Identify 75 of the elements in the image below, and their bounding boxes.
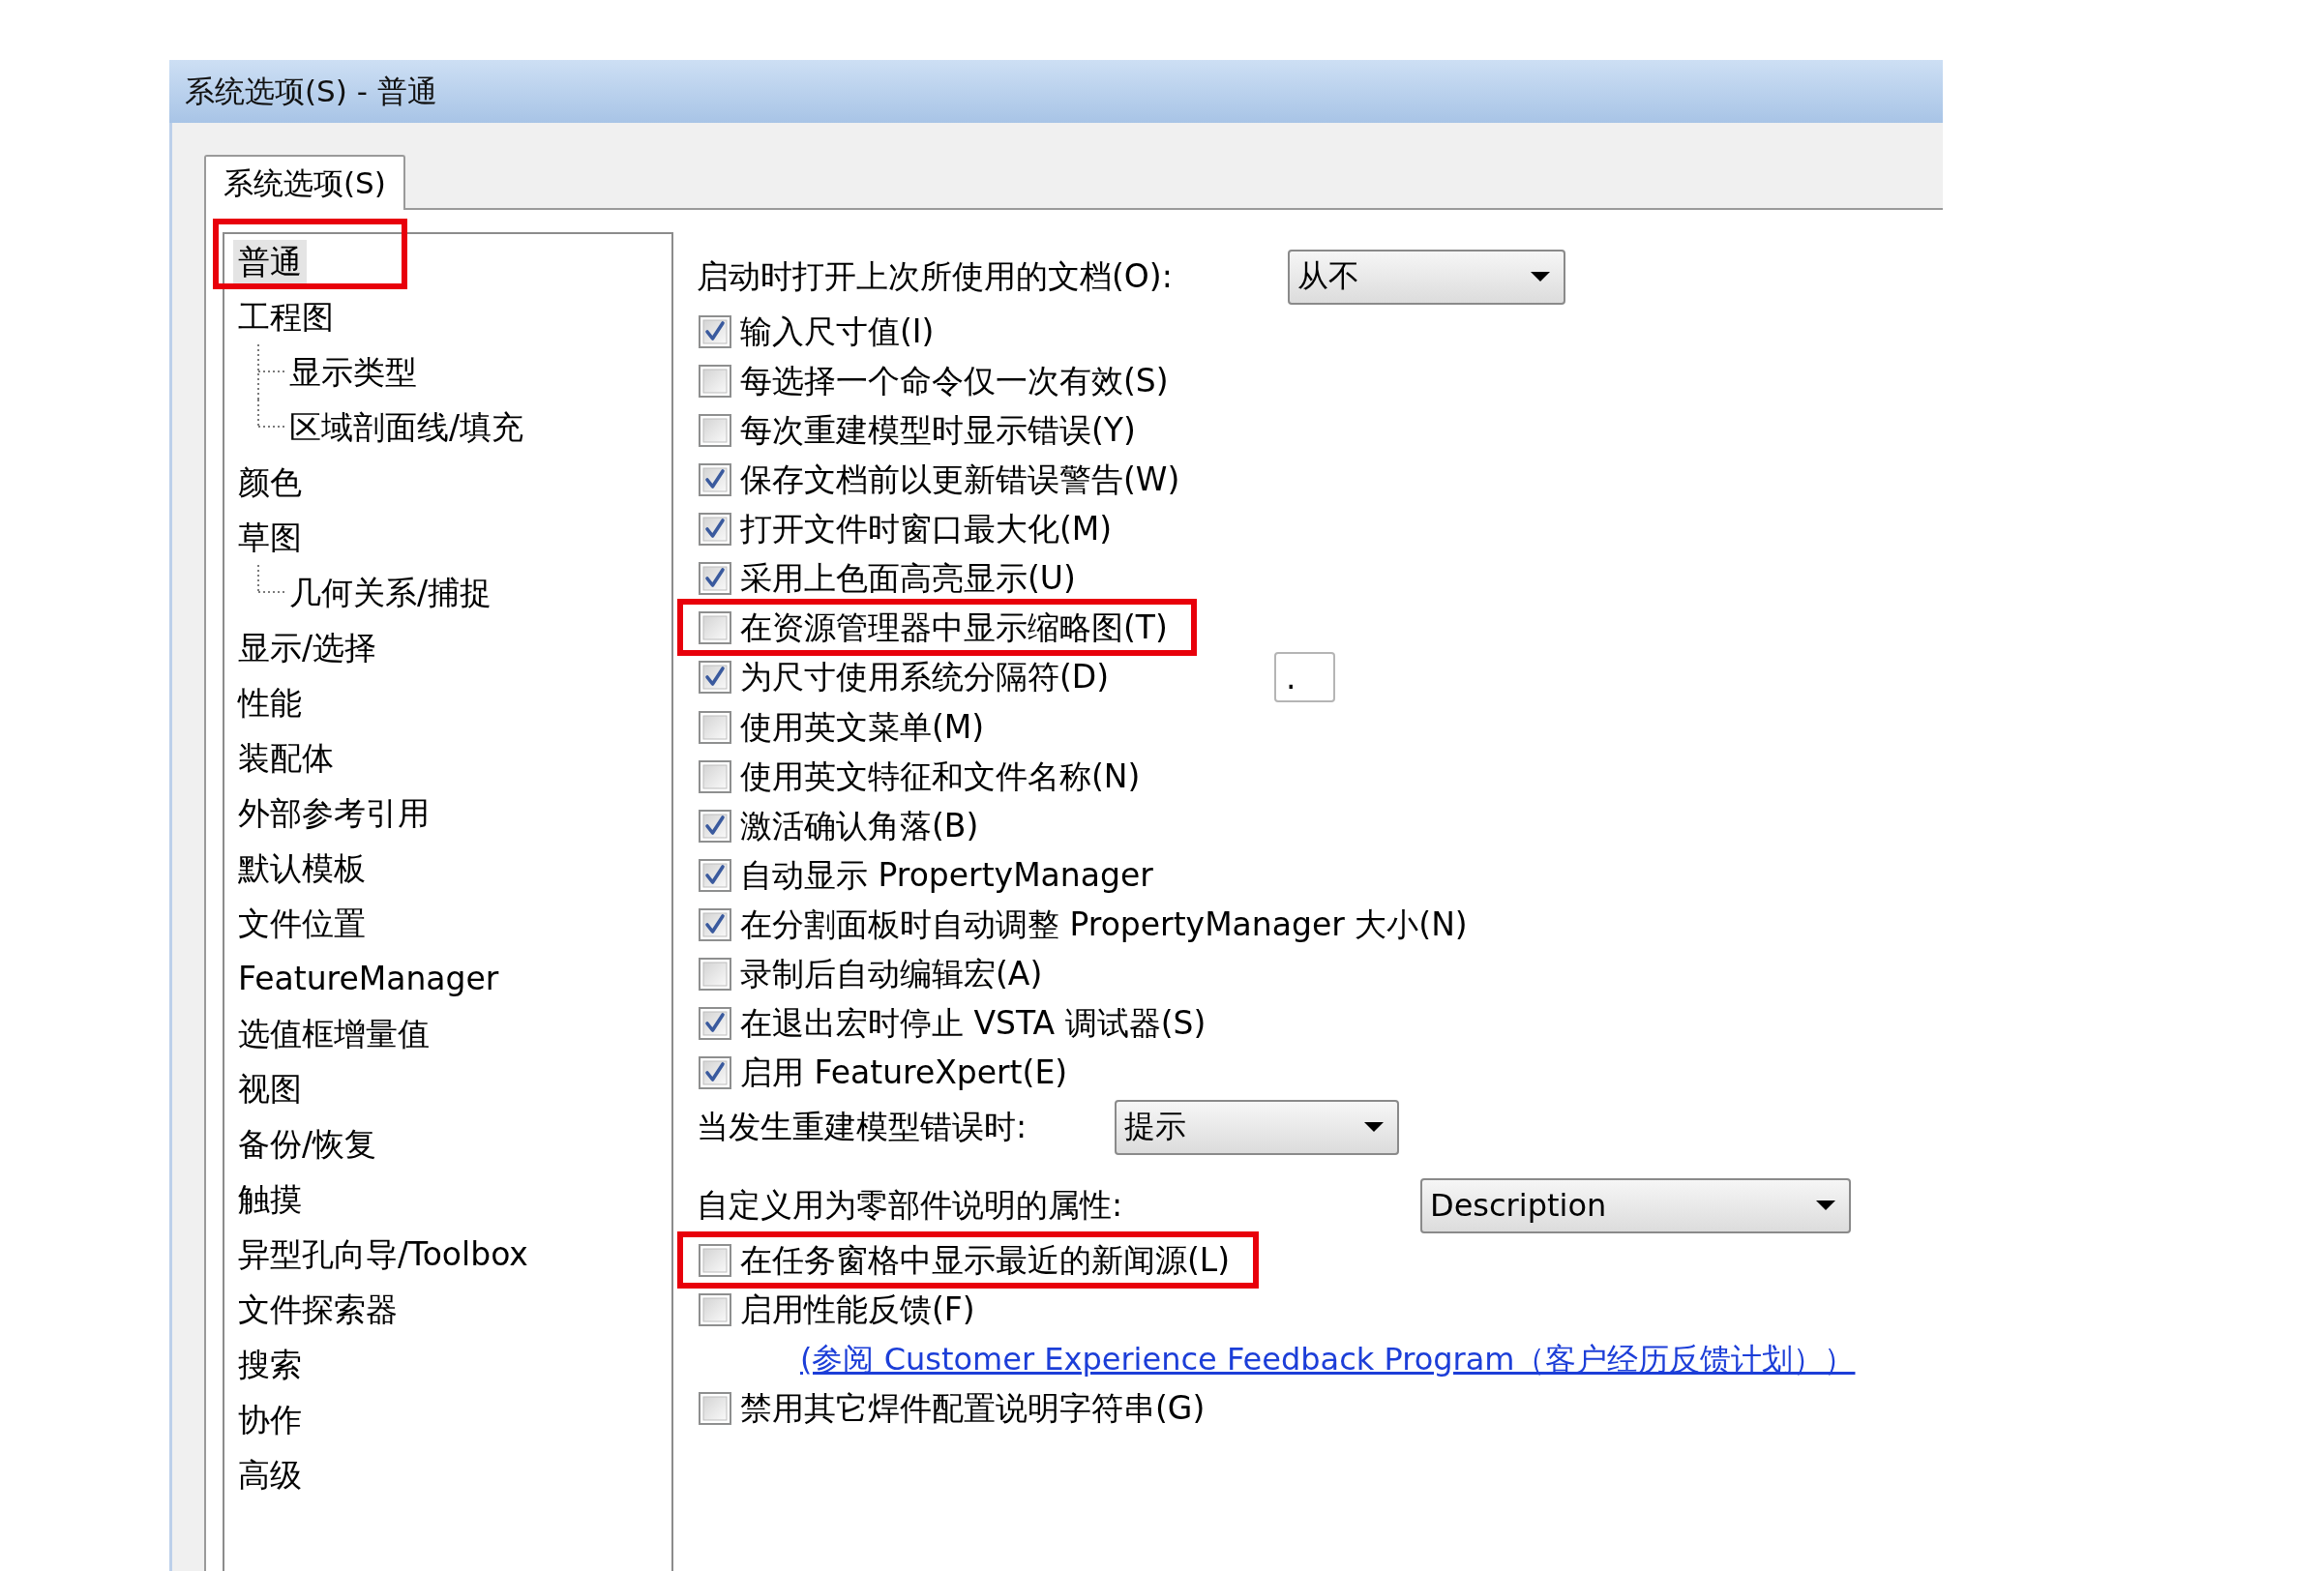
checkbox[interactable] [699, 907, 731, 941]
tree-item[interactable]: 异型孔向导/Toolbox [233, 1232, 533, 1276]
tree-item[interactable]: 草图 [233, 516, 307, 559]
checkbox-label: 采用上色面高亮显示(U) [740, 557, 1076, 599]
caret-icon [1531, 272, 1550, 282]
checkbox[interactable] [699, 809, 731, 843]
tree-item[interactable]: 显示类型 [284, 350, 422, 394]
checkbox[interactable] [699, 1055, 731, 1089]
checkbox[interactable] [699, 858, 731, 892]
checkbox-label: 禁用其它焊件配置说明字符串(G) [740, 1387, 1206, 1429]
tree-item[interactable]: 协作 [233, 1398, 307, 1441]
window-title: 系统选项(S) - 普通 [185, 72, 437, 110]
tree-item[interactable]: 性能 [233, 681, 307, 725]
dropdown-label: 自定义用为零部件说明的属性: [697, 1186, 1123, 1225]
checkbox[interactable] [699, 1006, 731, 1040]
checkbox[interactable] [699, 314, 731, 348]
checkbox-label: 启用性能反馈(F) [740, 1289, 975, 1330]
tab[interactable]: 系统选项(S) [204, 155, 405, 210]
checkbox[interactable] [699, 661, 731, 694]
tree-item[interactable]: 普通 [233, 240, 307, 283]
checkbox[interactable] [699, 1243, 731, 1277]
dropdown-label: 启动时打开上次所使用的文档(O): [697, 257, 1173, 296]
checkbox-label: 在任务窗格中显示最近的新闻源(L) [740, 1239, 1231, 1281]
checkbox-label: 在退出宏时停止 VSTA 调试器(S) [740, 1002, 1207, 1044]
checkbox-label: 录制后自动编辑宏(A) [740, 953, 1043, 994]
feedback-program-link[interactable]: (参阅 Customer Experience Feedback Program（客户经历反馈计划）） [800, 1340, 1856, 1378]
caret-icon [1364, 1122, 1384, 1132]
checkbox[interactable] [699, 561, 731, 595]
checkbox-label: 为尺寸使用系统分隔符(D) [740, 657, 1110, 697]
tree-item[interactable]: 装配体 [233, 736, 339, 780]
checkbox[interactable] [699, 462, 731, 496]
tree-item[interactable]: 视图 [233, 1067, 307, 1111]
checkbox-label: 每选择一个命令仅一次有效(S) [740, 360, 1169, 401]
tree-item[interactable]: 触摸 [233, 1177, 307, 1221]
checkbox-label: 保存文档前以更新错误警告(W) [740, 459, 1180, 500]
checkbox-label: 启用 FeatureXpert(E) [740, 1052, 1068, 1093]
tree-item[interactable]: 颜色 [233, 460, 307, 504]
checkbox[interactable] [699, 759, 731, 793]
checkbox[interactable] [699, 610, 731, 644]
separator-field[interactable]: . [1274, 652, 1335, 702]
tree-item[interactable]: 工程图 [233, 295, 339, 339]
tree-item[interactable]: 高级 [233, 1453, 307, 1497]
tree-item[interactable]: 文件位置 [233, 902, 371, 945]
tree-item[interactable]: FeatureManager [233, 957, 504, 1000]
dropdown[interactable]: 从不 [1288, 249, 1565, 305]
dropdown[interactable]: 提示 [1115, 1099, 1399, 1155]
checkbox-label: 输入尺寸值(I) [740, 311, 935, 352]
checkbox[interactable] [699, 512, 731, 546]
tree-item[interactable]: 搜索 [233, 1343, 307, 1386]
checkbox-label: 激活确认角落(B) [740, 805, 979, 846]
tree-item[interactable]: 默认模板 [233, 846, 371, 890]
caret-icon [1816, 1200, 1835, 1210]
checkbox-label: 在分割面板时自动调整 PropertyManager 大小(N) [740, 904, 1468, 945]
checkbox[interactable] [699, 1292, 731, 1326]
tree-item[interactable]: 文件探索器 [233, 1288, 402, 1331]
checkbox-label: 打开文件时窗口最大化(M) [740, 508, 1113, 549]
checkbox-label: 使用英文特征和文件名称(N) [740, 756, 1141, 797]
tree-item[interactable]: 选值框增量值 [233, 1012, 434, 1055]
checkbox[interactable] [699, 1391, 731, 1425]
checkbox[interactable] [699, 364, 731, 398]
tree-item[interactable]: 外部参考引用 [233, 791, 434, 835]
tree-item[interactable]: 备份/恢复 [233, 1122, 382, 1166]
tree-item[interactable]: 区域剖面线/填充 [284, 405, 529, 449]
checkbox[interactable] [699, 710, 731, 744]
dropdown[interactable]: Description [1420, 1177, 1851, 1233]
checkbox-label: 每次重建模型时显示错误(Y) [740, 409, 1136, 451]
tree-item[interactable]: 显示/选择 [233, 626, 382, 669]
tree-connector [257, 565, 284, 593]
checkbox-label: 在资源管理器中显示缩略图(T) [740, 607, 1168, 648]
dropdown-label: 当发生重建模型错误时: [697, 1108, 1028, 1146]
tree-item[interactable]: 几何关系/捕捉 [284, 571, 497, 614]
checkbox-label: 自动显示 PropertyManager [740, 854, 1153, 896]
checkbox[interactable] [699, 957, 731, 991]
checkbox[interactable] [699, 413, 731, 447]
checkbox-label: 使用英文菜单(M) [740, 706, 985, 748]
